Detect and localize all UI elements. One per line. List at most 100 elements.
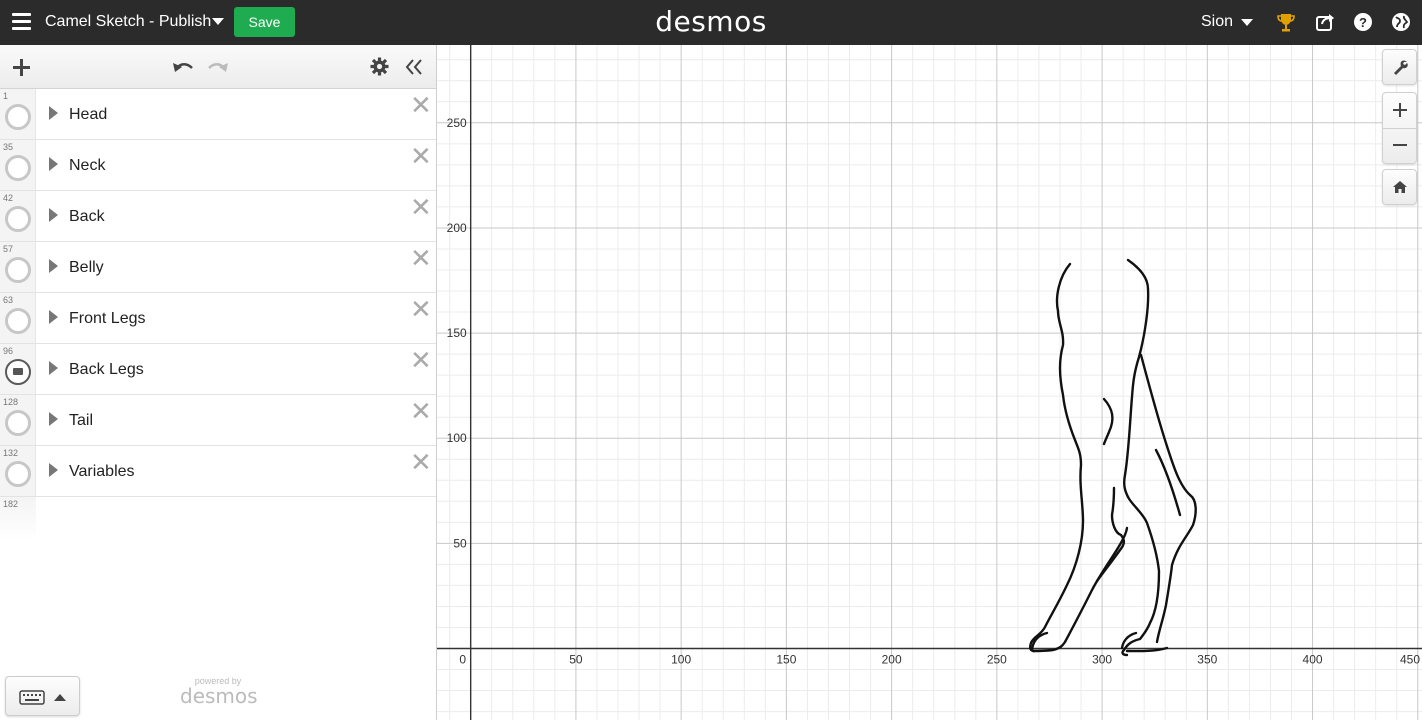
home-icon [1393, 181, 1407, 193]
zoom-out-icon[interactable] [1393, 144, 1407, 147]
visibility-toggle-icon[interactable] [5, 461, 31, 487]
row-index: 128 [3, 397, 19, 407]
redo-icon[interactable] [207, 59, 229, 75]
y-tick-label: 100 [447, 431, 467, 445]
default-viewport-button[interactable] [1382, 169, 1417, 205]
x-tick-label: 50 [569, 653, 583, 667]
expand-arrow-icon[interactable] [49, 106, 58, 120]
expand-arrow-icon[interactable] [49, 412, 58, 426]
keyboard-icon [19, 690, 45, 705]
user-dropdown-icon[interactable] [1241, 19, 1253, 26]
keypad-toggle-button[interactable] [5, 676, 80, 716]
x-tick-label: 350 [1197, 653, 1217, 667]
expand-arrow-icon[interactable] [49, 157, 58, 171]
expression-folder-row[interactable]: 63 Front Legs ✕ [0, 293, 436, 344]
expression-folder-row[interactable]: 128 Tail ✕ [0, 395, 436, 446]
undo-icon[interactable] [172, 59, 194, 75]
expression-folder-row[interactable]: 35 Neck ✕ [0, 140, 436, 191]
expand-arrow-icon[interactable] [49, 310, 58, 324]
powered-by-brand: desmos [180, 684, 258, 708]
language-globe-icon[interactable] [1390, 11, 1412, 33]
expression-panel: 1 Head ✕ 35 Neck ✕ 42 Back ✕ 57 Belly ✕ … [0, 45, 437, 720]
row-gutter: 57 [0, 242, 36, 292]
visibility-toggle-icon[interactable] [5, 410, 31, 436]
top-bar: Camel Sketch - Publish Save desmos Sion … [0, 0, 1422, 45]
row-gutter: 182 [0, 497, 36, 541]
folder-label[interactable]: Neck [69, 157, 105, 175]
row-gutter: 63 [0, 293, 36, 343]
x-tick-label: 100 [671, 653, 691, 667]
graph-paper[interactable]: 0 50 100 150 200 250 300 350 400 450 50 100 150 200 2… [437, 45, 1422, 720]
row-gutter: 1 [0, 89, 36, 139]
row-index: 42 [3, 193, 14, 203]
delete-icon[interactable]: ✕ [410, 93, 432, 119]
expression-folder-row[interactable]: 96 Back Legs ✕ [0, 344, 436, 395]
expression-folder-row[interactable]: 132 Variables ✕ [0, 446, 436, 497]
row-gutter: 42 [0, 191, 36, 241]
graph-canvas[interactable]: 0 50 100 150 200 250 300 350 400 450 50 100 150 200 2… [437, 45, 1422, 720]
delete-icon[interactable]: ✕ [410, 348, 432, 374]
caret-up-icon [54, 694, 66, 701]
delete-icon[interactable]: ✕ [410, 297, 432, 323]
delete-icon[interactable]: ✕ [410, 399, 432, 425]
visibility-toggle-icon[interactable] [5, 257, 31, 283]
share-icon[interactable] [1314, 11, 1336, 33]
x-tick-label: 150 [776, 653, 796, 667]
trophy-icon[interactable] [1275, 11, 1297, 33]
x-tick-label: 250 [987, 653, 1007, 667]
x-tick-label: 400 [1303, 653, 1323, 667]
help-icon[interactable]: ? [1352, 11, 1374, 33]
x-tick-label: 0 [459, 653, 466, 667]
new-expression-row[interactable]: 182 [0, 497, 436, 541]
expand-arrow-icon[interactable] [49, 361, 58, 375]
expand-arrow-icon[interactable] [49, 208, 58, 222]
camel-back-legs-drawing [1029, 258, 1197, 657]
expand-arrow-icon[interactable] [49, 259, 58, 273]
settings-gear-icon[interactable] [370, 57, 389, 76]
delete-icon[interactable]: ✕ [410, 246, 432, 272]
visibility-toggle-icon[interactable] [5, 308, 31, 334]
expression-folder-row[interactable]: 57 Belly ✕ [0, 242, 436, 293]
folder-label[interactable]: Back Legs [69, 361, 144, 379]
add-item-icon[interactable] [12, 58, 31, 77]
row-index: 57 [3, 244, 14, 254]
svg-text:?: ? [1359, 15, 1367, 30]
powered-by-desmos[interactable]: powered by desmos [180, 676, 258, 708]
zoom-in-icon[interactable] [1393, 103, 1407, 117]
wrench-icon [1394, 60, 1408, 75]
delete-icon[interactable]: ✕ [410, 144, 432, 170]
delete-icon[interactable]: ✕ [410, 195, 432, 221]
graph-settings-button[interactable] [1382, 49, 1417, 85]
collapse-panel-icon[interactable] [404, 58, 424, 76]
expression-folder-row[interactable]: 42 Back ✕ [0, 191, 436, 242]
y-tick-label: 150 [447, 326, 467, 340]
x-tick-label: 450 [1400, 653, 1420, 667]
axes [437, 45, 1422, 720]
visibility-toggle-icon[interactable] [5, 104, 31, 130]
visibility-toggle-icon[interactable] [5, 155, 31, 181]
row-index: 1 [3, 91, 9, 101]
folder-label[interactable]: Front Legs [69, 310, 145, 328]
delete-icon[interactable]: ✕ [410, 450, 432, 476]
row-index: 182 [3, 499, 19, 509]
folder-label[interactable]: Back [69, 208, 105, 226]
expand-arrow-icon[interactable] [49, 463, 58, 477]
row-gutter: 96 [0, 344, 36, 394]
folder-icon[interactable] [5, 359, 31, 385]
major-grid [437, 45, 1422, 720]
minor-grid [437, 45, 1422, 720]
folder-label[interactable]: Tail [69, 412, 93, 430]
row-index: 63 [3, 295, 14, 305]
row-gutter: 35 [0, 140, 36, 190]
y-tick-label: 250 [447, 116, 467, 130]
user-name[interactable]: Sion [1201, 13, 1233, 31]
folder-label[interactable]: Belly [69, 259, 104, 277]
visibility-toggle-icon[interactable] [5, 206, 31, 232]
x-tick-label: 200 [882, 653, 902, 667]
y-tick-label: 50 [453, 536, 467, 550]
zoom-controls [1382, 92, 1417, 164]
folder-label[interactable]: Head [69, 106, 107, 124]
folder-label[interactable]: Variables [69, 463, 135, 481]
expression-folder-row[interactable]: 1 Head ✕ [0, 89, 436, 140]
y-tick-label: 200 [447, 221, 467, 235]
